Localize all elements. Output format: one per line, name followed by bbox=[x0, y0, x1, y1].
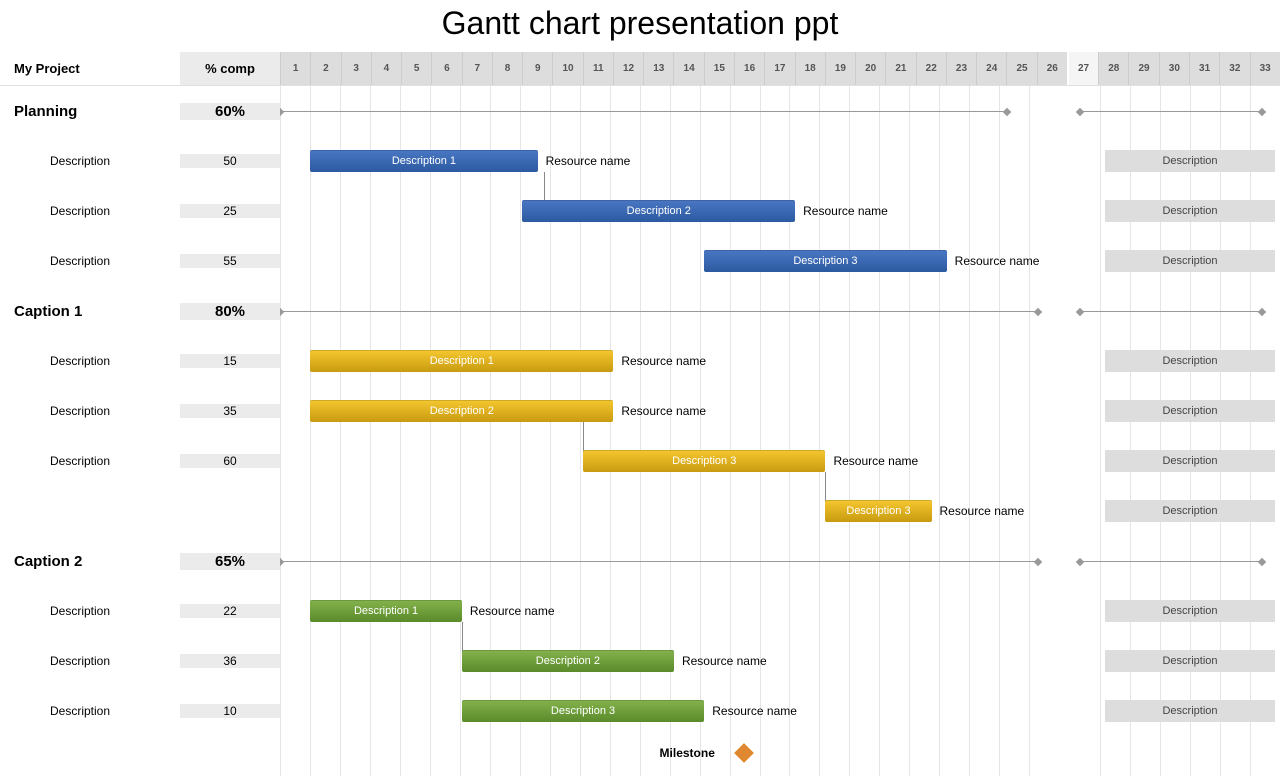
header-project: My Project bbox=[0, 52, 180, 85]
task-comp: 15 bbox=[180, 354, 280, 368]
task-label: Description bbox=[0, 354, 180, 368]
task-comp: 10 bbox=[180, 704, 280, 718]
day-header: 16 bbox=[734, 52, 764, 85]
task-comp: 50 bbox=[180, 154, 280, 168]
day-header: 6 bbox=[431, 52, 461, 85]
section-comp: 65% bbox=[180, 553, 280, 570]
day-header: 1 bbox=[280, 52, 310, 85]
task-label: Description bbox=[0, 654, 180, 668]
day-header: 27 bbox=[1067, 52, 1098, 85]
day-header: 25 bbox=[1006, 52, 1036, 85]
task-label: Description bbox=[0, 704, 180, 718]
day-header: 10 bbox=[552, 52, 582, 85]
day-header: 5 bbox=[401, 52, 431, 85]
day-header: 12 bbox=[613, 52, 643, 85]
day-header: 21 bbox=[885, 52, 915, 85]
day-header: 3 bbox=[341, 52, 371, 85]
task-comp: 55 bbox=[180, 254, 280, 268]
header-comp: % comp bbox=[180, 52, 280, 85]
task-label: Description bbox=[0, 454, 180, 468]
gantt-body: Description 1Resource nameDescriptionDes… bbox=[0, 86, 1280, 776]
day-header: 22 bbox=[916, 52, 946, 85]
page-title: Gantt chart presentation ppt bbox=[0, 5, 1280, 42]
section-name: Caption 2 bbox=[0, 553, 180, 570]
day-header: 32 bbox=[1219, 52, 1249, 85]
task-label: Description bbox=[0, 204, 180, 218]
day-header: 19 bbox=[825, 52, 855, 85]
task-comp: 36 bbox=[180, 654, 280, 668]
task-comp: 22 bbox=[180, 604, 280, 618]
task-label: Description bbox=[0, 254, 180, 268]
section-name: Caption 1 bbox=[0, 303, 180, 320]
header-row: My Project % comp 1234567891011121314151… bbox=[0, 52, 1280, 86]
day-header: 4 bbox=[371, 52, 401, 85]
section-comp: 60% bbox=[180, 103, 280, 120]
day-header: 28 bbox=[1098, 52, 1128, 85]
task-comp: 60 bbox=[180, 454, 280, 468]
day-header: 23 bbox=[946, 52, 976, 85]
task-label: Description bbox=[0, 154, 180, 168]
section-comp: 80% bbox=[180, 303, 280, 320]
task-comp: 25 bbox=[180, 204, 280, 218]
day-header: 7 bbox=[462, 52, 492, 85]
header-days: 1234567891011121314151617181920212223242… bbox=[280, 52, 1280, 85]
task-comp: 35 bbox=[180, 404, 280, 418]
day-header: 26 bbox=[1037, 52, 1067, 85]
day-header: 11 bbox=[583, 52, 613, 85]
day-header: 17 bbox=[764, 52, 794, 85]
task-label: Description bbox=[0, 404, 180, 418]
day-header: 14 bbox=[673, 52, 703, 85]
day-header: 20 bbox=[855, 52, 885, 85]
day-header: 15 bbox=[704, 52, 734, 85]
day-header: 9 bbox=[522, 52, 552, 85]
task-label: Description bbox=[0, 604, 180, 618]
day-header: 18 bbox=[795, 52, 825, 85]
day-header: 30 bbox=[1159, 52, 1189, 85]
day-header: 31 bbox=[1189, 52, 1219, 85]
milestone-label: Milestone bbox=[660, 746, 715, 760]
day-header: 33 bbox=[1250, 52, 1280, 85]
day-header: 13 bbox=[643, 52, 673, 85]
day-header: 29 bbox=[1128, 52, 1158, 85]
day-header: 8 bbox=[492, 52, 522, 85]
day-header: 2 bbox=[310, 52, 340, 85]
section-name: Planning bbox=[0, 103, 180, 120]
day-header: 24 bbox=[976, 52, 1006, 85]
